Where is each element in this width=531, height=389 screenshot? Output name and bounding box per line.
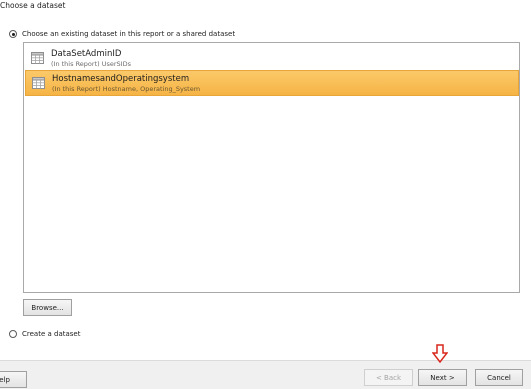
table-icon [32,77,45,89]
browse-button[interactable]: Browse... [23,299,72,316]
next-button[interactable]: Next > [418,369,467,386]
dataset-text: HostnamesandOperatingsystem (In this Rep… [52,74,200,94]
create-dataset-option[interactable]: Create a dataset [9,330,80,338]
dataset-text: DataSetAdminID (In this Report) UserSIDs [51,49,131,69]
create-dataset-radio[interactable] [9,330,17,338]
choose-dataset-page: Choose a dataset Choose an existing data… [0,0,531,389]
page-title: Choose a dataset [0,1,66,10]
create-dataset-label: Create a dataset [22,330,81,338]
down-arrow-icon [432,344,448,363]
dataset-name: HostnamesandOperatingsystem [52,74,190,84]
table-icon [31,52,44,64]
dataset-list[interactable]: DataSetAdminID (In this Report) UserSIDs… [23,42,520,293]
dataset-subtitle: (In this Report) UserSIDs [51,60,131,68]
existing-dataset-radio[interactable] [9,30,17,38]
dataset-item-hostnamesandoperatingsystem[interactable]: HostnamesandOperatingsystem (In this Rep… [25,70,519,96]
cancel-button[interactable]: Cancel [475,369,523,386]
dataset-subtitle: (In this Report) Hostname, Operating_Sys… [52,85,201,93]
dataset-name: DataSetAdminID [51,49,122,59]
existing-dataset-label: Choose an existing dataset in this repor… [22,30,236,38]
existing-dataset-option[interactable]: Choose an existing dataset in this repor… [9,30,235,38]
help-button[interactable]: Help [0,371,27,388]
back-button[interactable]: < Back [364,369,413,386]
dataset-item-datasetadminid[interactable]: DataSetAdminID (In this Report) UserSIDs [25,46,519,72]
